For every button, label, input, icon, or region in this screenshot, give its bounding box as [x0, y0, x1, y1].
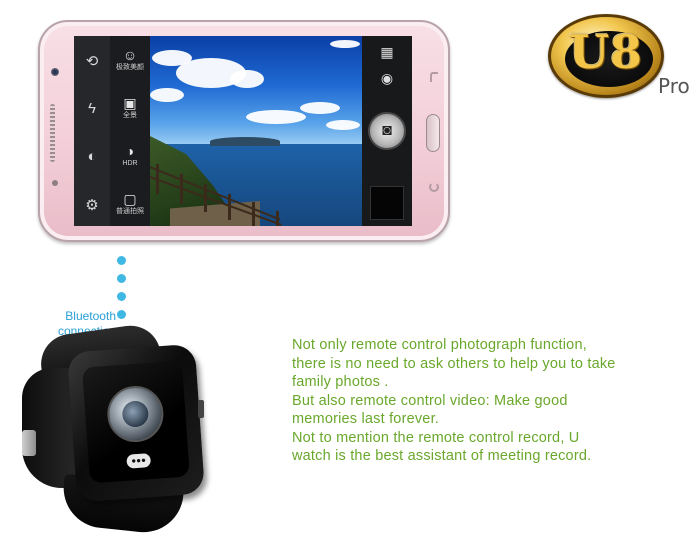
cloud	[300, 102, 340, 114]
watch-screen: ●●●	[82, 360, 190, 484]
connection-dot	[117, 292, 126, 301]
front-camera	[51, 68, 59, 76]
camera-control-bar: ▦ ◉ ◙	[362, 36, 412, 226]
bluetooth-label-line1: Bluetooth	[65, 309, 116, 323]
normal-photo-icon: ▢	[123, 191, 137, 207]
camera-viewfinder	[150, 36, 362, 226]
description-line: there is no need to ask others to help y…	[292, 355, 616, 372]
phone-screen: ⟲ ϟ ◐ ⚙ ☺ 极致美颜 ▣ 全景 ◑ HDR ▢ 普通拍照 ▦ ◉ ◙	[74, 36, 412, 226]
beauty-icon: ☺	[122, 47, 138, 63]
description-line: family photos .	[292, 374, 389, 390]
mode-normal-photo-label: 普通拍照	[116, 208, 144, 215]
mode-panorama-label: 全景	[123, 112, 137, 119]
mode-hdr-label: HDR	[122, 160, 138, 167]
camera-mode-menu: ⟲ ϟ ◐ ⚙ ☺ 极致美颜 ▣ 全景 ◑ HDR ▢ 普通拍照	[74, 36, 150, 226]
description-line: watch is the best assistant of meeting r…	[292, 448, 592, 464]
remote-camera-icon[interactable]	[105, 384, 166, 444]
connection-dot	[117, 256, 126, 265]
switch-camera-icon[interactable]: ⟲	[82, 52, 102, 70]
home-button[interactable]	[426, 114, 440, 152]
back-key[interactable]	[429, 182, 439, 192]
gallery-thumbnail[interactable]	[370, 186, 404, 220]
video-mode-icon[interactable]: ▦	[377, 44, 397, 61]
fence-post	[180, 174, 183, 204]
smartphone: ⟲ ϟ ◐ ⚙ ☺ 极致美颜 ▣ 全景 ◑ HDR ▢ 普通拍照 ▦ ◉ ◙	[38, 20, 450, 242]
effects-icon[interactable]: ◐	[82, 148, 102, 165]
camera-mode-icon[interactable]: ◉	[377, 70, 397, 87]
watch-buckle	[22, 430, 36, 456]
mode-beauty[interactable]: ☺ 极致美颜	[112, 48, 148, 72]
connection-dot	[117, 274, 126, 283]
cloud	[150, 88, 184, 102]
mode-normal-photo[interactable]: ▢ 普通拍照	[112, 192, 148, 216]
logo-pro-text: Pro	[658, 74, 690, 98]
description-line: But also remote control video: Make good	[292, 392, 568, 409]
flash-icon[interactable]: ϟ	[82, 100, 102, 117]
camera-settings-column: ⟲ ϟ ◐ ⚙	[74, 36, 110, 226]
earpiece-speaker	[50, 104, 55, 162]
feature-description: Not only remote control photograph funct…	[292, 336, 692, 466]
lens-inner	[121, 400, 150, 428]
watch-case: ●●●	[66, 343, 206, 503]
watch-side-button[interactable]	[198, 400, 204, 418]
fence-post	[228, 194, 231, 220]
cloud	[330, 40, 360, 48]
fence-post	[204, 184, 207, 212]
menu-key[interactable]	[430, 72, 438, 82]
description-line: Not to mention the remote control record…	[292, 429, 580, 446]
fence-post	[276, 211, 279, 226]
description-line: Not only remote control photograph funct…	[292, 337, 587, 353]
settings-gear-icon[interactable]: ⚙	[82, 196, 102, 214]
mode-hdr[interactable]: ◑ HDR	[112, 144, 148, 168]
watch-menu-button[interactable]: ●●●	[126, 453, 152, 469]
shutter-button[interactable]: ◙	[368, 112, 406, 150]
island	[210, 137, 280, 146]
panorama-icon: ▣	[123, 95, 137, 111]
smartwatch: ●●●	[22, 321, 212, 537]
logo-u8-text: U8	[568, 25, 644, 79]
camera-icon: ◙	[382, 122, 392, 139]
hdr-icon: ◑	[125, 143, 135, 159]
cloud	[246, 110, 306, 124]
proximity-sensor	[52, 180, 58, 186]
mode-beauty-label: 极致美颜	[116, 64, 144, 71]
mode-panorama[interactable]: ▣ 全景	[112, 96, 148, 120]
description-line: memories last forever.	[292, 411, 440, 427]
cloud	[230, 70, 264, 88]
cloud	[326, 120, 360, 130]
fence-post	[156, 164, 159, 194]
connection-dot	[117, 310, 126, 319]
fence-post	[252, 202, 255, 226]
u8-pro-logo: U8 Pro	[548, 10, 696, 102]
